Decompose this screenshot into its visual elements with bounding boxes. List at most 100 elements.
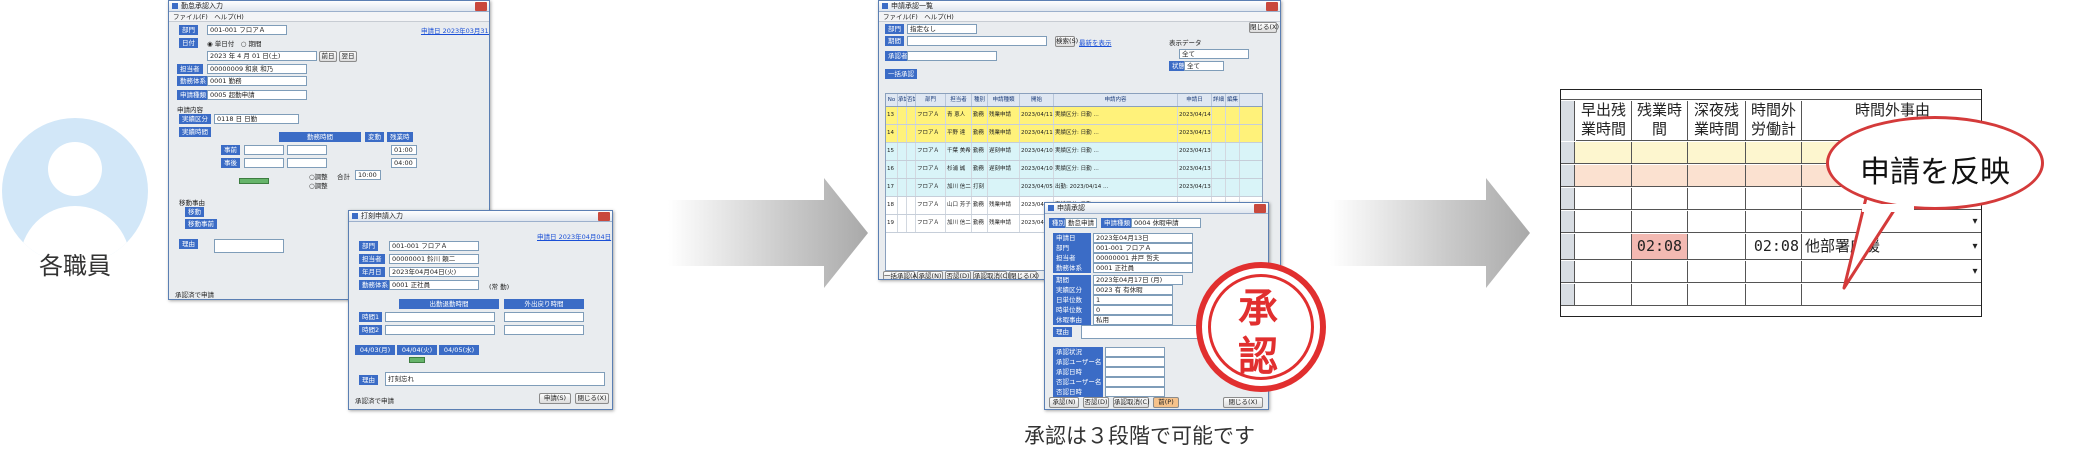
chevron-down-icon[interactable]: ▾ bbox=[1969, 216, 1981, 228]
row-edit-link[interactable] bbox=[1226, 179, 1240, 196]
row-approve-check[interactable] bbox=[898, 179, 907, 196]
row-1-sep-3 bbox=[1745, 142, 1746, 163]
status-select[interactable]: 全て bbox=[1184, 61, 1224, 71]
work-type-field[interactable]: 0001 勤務 bbox=[207, 76, 307, 86]
before-button[interactable]: 事前 bbox=[221, 145, 240, 155]
row-reject-check[interactable] bbox=[907, 215, 916, 232]
date-mode-radio[interactable]: ◉ 単日付 ○ 期間 bbox=[207, 38, 261, 48]
next-day-button[interactable]: 翌日 bbox=[339, 51, 357, 62]
row-reject-check[interactable] bbox=[907, 143, 916, 160]
detail-action-button[interactable]: 承認取消(C) bbox=[1113, 397, 1150, 408]
close-icon[interactable] bbox=[1266, 2, 1278, 11]
user-label: 各職員 bbox=[39, 252, 111, 280]
list-flow-link[interactable]: 最新を表示 bbox=[1079, 37, 1112, 47]
row-edit-link[interactable] bbox=[1226, 161, 1240, 178]
overtime-cell[interactable]: 02:08 bbox=[1632, 234, 1687, 259]
time-to-2[interactable] bbox=[287, 158, 327, 168]
row-approve-check[interactable] bbox=[898, 215, 907, 232]
row-detail-link[interactable] bbox=[1212, 161, 1226, 178]
window3-menubar[interactable]: ファイル(F) ヘルプ(H) bbox=[879, 12, 1280, 22]
reject-button[interactable]: 否認(D) bbox=[945, 271, 971, 279]
punch-submit-button[interactable]: 申請(S) bbox=[539, 393, 571, 404]
row-reject-check[interactable] bbox=[907, 107, 916, 124]
time-a-field[interactable]: 01:00 bbox=[391, 145, 417, 155]
time-b-field[interactable]: 04:00 bbox=[391, 158, 417, 168]
close-icon[interactable] bbox=[475, 2, 487, 11]
row-edit-link[interactable] bbox=[1226, 143, 1240, 160]
punch-approved-checkbox[interactable]: 承認済で申請 bbox=[355, 395, 394, 405]
punch-date-field[interactable]: 2023年04月04日(火) bbox=[389, 267, 479, 277]
table-row[interactable]: 16 フロアＡ 杉浦 誠勤務 遅刻申請 2023/04/10 実績区分: 日勤 … 2023… bbox=[886, 161, 1262, 179]
detail-action-button[interactable]: 承認(N) bbox=[1049, 397, 1079, 408]
after-button[interactable]: 事後 bbox=[221, 158, 240, 168]
punch-type-field[interactable]: 0001 正社員 bbox=[389, 280, 479, 290]
row-approve-check[interactable] bbox=[898, 143, 907, 160]
list-period-field[interactable] bbox=[907, 36, 1047, 46]
grid-left-bar bbox=[1561, 101, 1575, 141]
approve-button[interactable]: 承認(N) bbox=[917, 271, 943, 279]
total-field[interactable]: 10:00 bbox=[355, 170, 381, 180]
bulk-approve-button[interactable]: 一括承認(A) bbox=[883, 271, 920, 279]
row-reject-check[interactable] bbox=[907, 197, 916, 214]
detail-item-label: 休暇事由 bbox=[1053, 315, 1091, 325]
row-reject-check[interactable] bbox=[907, 179, 916, 196]
table-row[interactable]: 14 フロアＡ 平野 達勤務 残業申請 2023/04/11 実績区分: 日勤 … 2023… bbox=[886, 125, 1262, 143]
punch-apply-link[interactable]: 申請日 2023年04月04日 bbox=[537, 231, 611, 241]
close-icon[interactable] bbox=[1254, 204, 1266, 213]
staff-field[interactable]: 00000009 和泉 和乃 bbox=[207, 64, 307, 74]
period1-field[interactable] bbox=[385, 312, 495, 322]
dept-select[interactable]: 001-001 フロアＡ bbox=[207, 25, 287, 35]
apply-kind-select[interactable]: 0005 超勤申請 bbox=[207, 90, 307, 100]
close-icon[interactable] bbox=[598, 212, 610, 221]
reason-field[interactable] bbox=[214, 239, 284, 253]
chevron-down-icon[interactable]: ▾ bbox=[1969, 241, 1981, 253]
row-7-handle bbox=[1561, 284, 1575, 305]
chevron-down-icon[interactable]: ▾ bbox=[1969, 266, 1981, 278]
list-search-button[interactable]: 検索(S) bbox=[1055, 36, 1078, 47]
punch-staff-field[interactable]: 00000001 鈴川 頼二 bbox=[389, 254, 479, 264]
row-approve-check[interactable] bbox=[898, 161, 907, 178]
row-reject-check[interactable] bbox=[907, 161, 916, 178]
show-data-select[interactable]: 全て bbox=[1179, 49, 1249, 59]
row-reject-check[interactable] bbox=[907, 125, 916, 142]
period1-out-field[interactable] bbox=[504, 312, 584, 322]
row-approve-check[interactable] bbox=[898, 125, 907, 142]
time-from-1[interactable] bbox=[244, 145, 284, 155]
row-approve-check[interactable] bbox=[898, 197, 907, 214]
detail-action-button[interactable]: 否認(D) bbox=[1083, 397, 1109, 408]
approval-status-value bbox=[1105, 347, 1165, 357]
time-from-2[interactable] bbox=[244, 158, 284, 168]
row-detail-link[interactable] bbox=[1212, 179, 1226, 196]
row-detail-link[interactable] bbox=[1212, 107, 1226, 124]
window1-menubar[interactable]: ファイル(F) ヘルプ(H) bbox=[169, 12, 489, 22]
row-detail-link[interactable] bbox=[1212, 143, 1226, 160]
period2-out-field[interactable] bbox=[504, 325, 584, 335]
row-dept: フロアＡ bbox=[916, 215, 946, 232]
cancel-approve-button[interactable]: 承認取消(C) bbox=[973, 271, 1010, 279]
detail-action-button[interactable]: 閉じる(X) bbox=[1223, 397, 1263, 408]
punch-dept-field[interactable]: 001-001 フロアＡ bbox=[389, 241, 479, 251]
row-edit-link[interactable] bbox=[1226, 107, 1240, 124]
table-row[interactable]: 15 フロアＡ 千葉 美希 勤務 遅刻申請 2023/04/10 実績区分: 日勤 … 202… bbox=[886, 143, 1262, 161]
shift-select[interactable]: 0118 日 日勤 bbox=[214, 114, 299, 124]
apply-date-link[interactable]: 申請日 2023年03月31日 bbox=[421, 25, 489, 35]
detail-action-button[interactable]: 前(P) bbox=[1153, 397, 1179, 408]
overtime-total-cell[interactable]: 02:08 bbox=[1747, 234, 1799, 259]
list-dept-select[interactable]: 指定なし bbox=[907, 24, 977, 34]
punch-close-button[interactable]: 閉じる(X) bbox=[575, 393, 609, 404]
row-edit-link[interactable] bbox=[1226, 125, 1240, 142]
detail-section-field: 勤怠申請 bbox=[1065, 218, 1097, 228]
approver-field[interactable] bbox=[907, 51, 997, 61]
period2-field[interactable] bbox=[385, 325, 495, 335]
punch-reason-field[interactable]: 打刻忘れ bbox=[385, 372, 605, 386]
table-row[interactable]: 17 フロアＡ 加川 信二 打刻 2023/04/05 出勤: 2023/04/14 … 2… bbox=[886, 179, 1262, 197]
row-approve-check[interactable] bbox=[898, 107, 907, 124]
date-field[interactable]: 2023 年 4 月 01 日(土) bbox=[207, 51, 317, 61]
table-row[interactable]: 13 フロアＡ 青 恵人 勤務 残業申請 2023/04/11 実績区分: 日勤 … 2023… bbox=[886, 107, 1262, 125]
list-close-button[interactable]: 閉じる(X) bbox=[1249, 22, 1279, 33]
time-to-1[interactable] bbox=[287, 145, 327, 155]
prev-day-button[interactable]: 前日 bbox=[319, 51, 337, 62]
approved-checkbox[interactable]: 承認済で申請 bbox=[175, 289, 214, 299]
list-bottom-close-button[interactable]: 閉じる(X) bbox=[1009, 271, 1039, 279]
row-detail-link[interactable] bbox=[1212, 125, 1226, 142]
